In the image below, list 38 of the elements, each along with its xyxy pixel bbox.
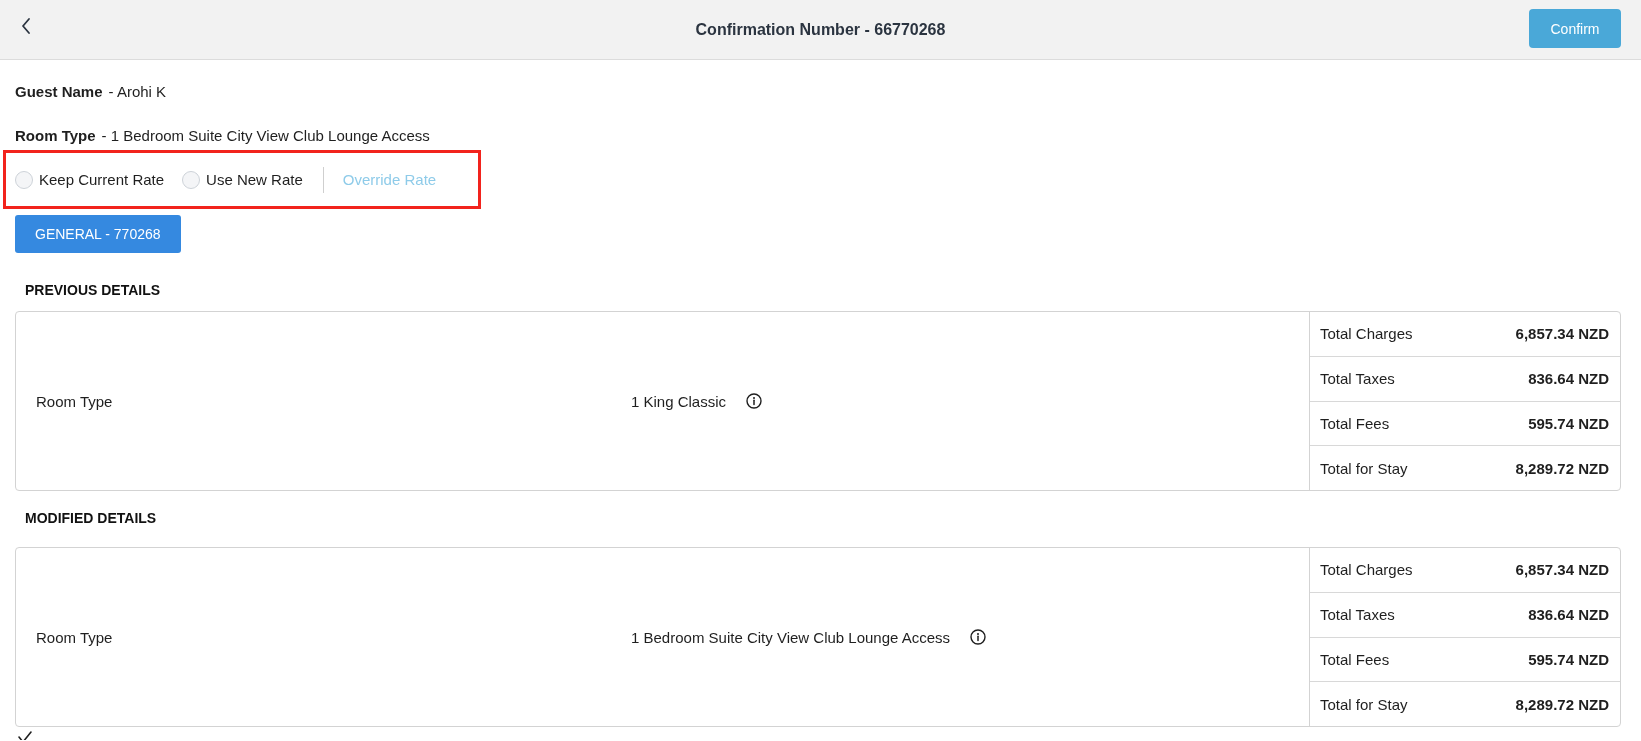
section-heading: MODIFIED DETAILS <box>25 509 158 528</box>
field-label: Room Type <box>15 127 96 144</box>
field-label: Guest Name <box>15 83 103 100</box>
total-label: Total Taxes <box>1320 606 1395 624</box>
page-title: Confirmation Number - 66770268 <box>695 20 946 39</box>
rate-plan-button[interactable]: GENERAL - 770268 <box>15 215 181 253</box>
total-amount: 836.64 NZD <box>1528 606 1609 624</box>
total-label: Total for Stay <box>1320 695 1408 713</box>
chevron-left-icon <box>20 16 32 35</box>
total-label: Total Taxes <box>1320 370 1395 388</box>
total-amount: 595.74 NZD <box>1528 650 1609 668</box>
radio-icon[interactable] <box>182 170 201 189</box>
total-label: Total Fees <box>1320 650 1390 668</box>
section-heading: PREVIOUS DETAILS <box>25 281 162 300</box>
row-value: 1 King Classic <box>631 392 727 410</box>
radio-icon[interactable] <box>15 170 33 189</box>
radio-option[interactable]: Use New Rate <box>182 170 303 189</box>
total-amount: 8,289.72 NZD <box>1515 459 1609 477</box>
row-value: 1 Bedroom Suite City View Club Lounge Access <box>631 628 951 646</box>
total-amount: 6,857.34 NZD <box>1515 325 1609 343</box>
total-amount: 8,289.72 NZD <box>1515 695 1609 713</box>
radio-option[interactable]: Keep Current Rate <box>15 170 165 189</box>
confirm-button[interactable]: Confirm <box>1529 9 1621 48</box>
total-label: Total Charges <box>1320 325 1413 343</box>
total-label: Total Fees <box>1320 414 1390 432</box>
total-label: Total Charges <box>1320 561 1413 579</box>
row-label: Room Type <box>35 628 114 646</box>
total-label: Total for Stay <box>1320 459 1408 477</box>
field-value: - 1 Bedroom Suite City View Club Lounge Access <box>101 127 430 144</box>
total-amount: 836.64 NZD <box>1528 370 1609 388</box>
back-button[interactable] <box>20 16 32 35</box>
total-amount: 595.74 NZD <box>1528 414 1609 432</box>
field-value: - Arohi K <box>108 83 167 100</box>
row-label: Room Type <box>35 392 114 410</box>
total-amount: 6,857.34 NZD <box>1515 561 1609 579</box>
checkmark-icon <box>18 731 32 740</box>
info-icon[interactable] <box>746 393 763 409</box>
info-icon[interactable] <box>970 629 987 645</box>
